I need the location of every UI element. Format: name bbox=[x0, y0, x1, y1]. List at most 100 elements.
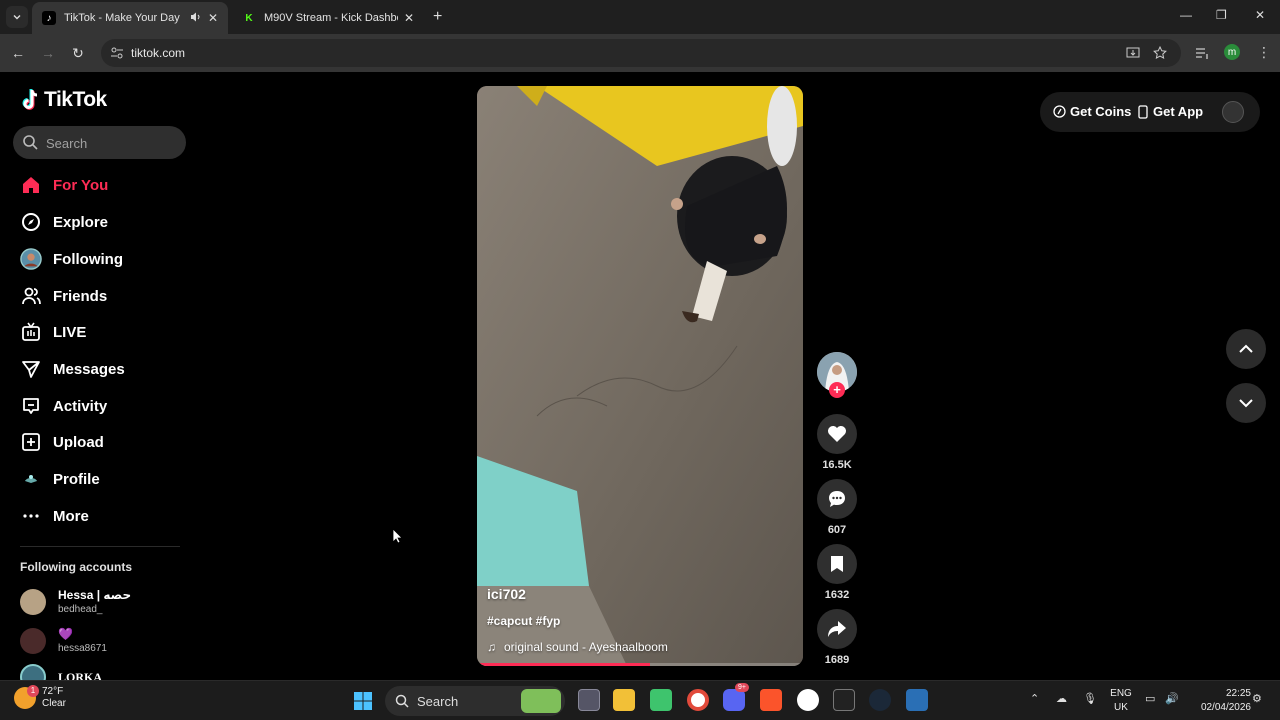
microphone-icon[interactable]: 🎙 bbox=[1083, 692, 1097, 705]
media-queue-icon[interactable] bbox=[1194, 45, 1210, 61]
get-coins-button[interactable]: Get Coins bbox=[1053, 104, 1131, 119]
avatar bbox=[20, 588, 46, 615]
video-progress-fill bbox=[477, 663, 650, 666]
nav-explore[interactable]: Explore bbox=[20, 207, 180, 237]
url-text: tiktok.com bbox=[131, 46, 186, 60]
user-avatar[interactable] bbox=[1222, 101, 1244, 123]
menu-kebab-icon[interactable]: ⋮ bbox=[1257, 44, 1271, 61]
volume-icon[interactable]: 🔊 bbox=[1165, 692, 1179, 705]
nav-label: More bbox=[53, 507, 89, 525]
chrome-icon[interactable] bbox=[687, 689, 709, 711]
video-frame bbox=[477, 86, 803, 666]
app-icon[interactable] bbox=[650, 689, 672, 711]
app-icon[interactable] bbox=[906, 689, 928, 711]
nav-more[interactable]: More bbox=[20, 501, 180, 531]
clock-time: 22:25 bbox=[1225, 688, 1251, 699]
windows-taskbar: 1 72°F Clear Search 9+ ⌃ ☁ 🎙 ENG UK ▭ 🔊 … bbox=[0, 680, 1280, 720]
follow-plus-button[interactable]: + bbox=[829, 382, 845, 398]
like-button[interactable] bbox=[817, 414, 857, 454]
nav-live[interactable]: LIVE bbox=[20, 317, 180, 347]
next-video-button[interactable] bbox=[1226, 383, 1266, 423]
windows-start-icon[interactable] bbox=[353, 691, 373, 711]
nav-upload[interactable]: Upload bbox=[20, 427, 180, 457]
site-settings-icon[interactable] bbox=[109, 45, 125, 61]
search-box[interactable] bbox=[13, 126, 186, 159]
video-progress-bar[interactable] bbox=[477, 663, 803, 666]
search-icon bbox=[395, 694, 409, 708]
video-hashtags[interactable]: #capcut #fyp bbox=[487, 614, 560, 628]
account-name: LORKA bbox=[58, 669, 103, 681]
nav-label: Explore bbox=[53, 213, 109, 231]
nav-for-you[interactable]: For You bbox=[20, 170, 180, 200]
maximize-icon[interactable]: ❐ bbox=[1216, 8, 1227, 22]
back-arrow-icon[interactable]: ← bbox=[9, 44, 27, 62]
comment-button[interactable] bbox=[817, 479, 857, 519]
tiktok-logo[interactable]: TikTok bbox=[20, 88, 107, 112]
chevron-down-icon bbox=[1239, 399, 1253, 408]
tab-search-button[interactable] bbox=[6, 6, 28, 28]
nav-label: Upload bbox=[53, 433, 104, 451]
previous-video-button[interactable] bbox=[1226, 329, 1266, 369]
weather-widget[interactable]: 1 72°F Clear bbox=[14, 685, 66, 710]
notification-bell-icon[interactable]: ⚙ bbox=[1252, 692, 1262, 705]
file-explorer-icon[interactable] bbox=[613, 689, 635, 711]
nav-activity[interactable]: Activity bbox=[20, 391, 180, 421]
get-app-button[interactable]: Get App bbox=[1138, 104, 1203, 119]
system-clock[interactable]: 22:25 02/04/2026 bbox=[1201, 687, 1251, 715]
nav-following[interactable]: Following bbox=[20, 244, 180, 274]
close-window-icon[interactable]: ✕ bbox=[1255, 8, 1265, 22]
install-app-icon[interactable] bbox=[1125, 45, 1141, 61]
obs-icon[interactable] bbox=[797, 689, 819, 711]
minimize-icon[interactable]: — bbox=[1180, 8, 1192, 22]
language-indicator[interactable]: ENG UK bbox=[1108, 687, 1134, 715]
video-sound[interactable]: ♫ original sound - Ayeshaalboom bbox=[487, 640, 668, 654]
following-account[interactable]: 💜 hessa8671 bbox=[20, 627, 107, 654]
save-button[interactable] bbox=[817, 544, 857, 584]
nav-label: Friends bbox=[53, 287, 108, 305]
new-tab-plus-icon[interactable]: + bbox=[433, 8, 442, 26]
share-button[interactable] bbox=[817, 609, 857, 649]
get-app-label: Get App bbox=[1153, 104, 1204, 119]
close-tab-icon[interactable]: ✕ bbox=[208, 11, 218, 25]
upload-icon bbox=[20, 431, 42, 453]
taskbar-search[interactable]: Search bbox=[385, 686, 565, 716]
brave-icon[interactable] bbox=[760, 689, 782, 711]
video-author[interactable]: ici702 bbox=[487, 586, 526, 602]
discord-icon[interactable]: 9+ bbox=[723, 683, 749, 711]
task-view-icon[interactable] bbox=[578, 689, 600, 711]
profile-avatar[interactable]: m bbox=[1224, 44, 1240, 60]
reload-icon[interactable]: ↻ bbox=[69, 44, 87, 62]
discord-badge: 9+ bbox=[735, 683, 749, 692]
following-account[interactable]: LORKA bbox=[20, 664, 102, 680]
chevron-down-icon bbox=[13, 15, 21, 20]
video-player[interactable]: ici702 #capcut #fyp ♫ original sound - A… bbox=[477, 86, 803, 666]
app-icon[interactable] bbox=[833, 689, 855, 711]
account-handle: bedhead_ bbox=[58, 604, 103, 615]
nav-profile[interactable]: Profile bbox=[20, 464, 180, 494]
sidebar-divider bbox=[20, 546, 180, 547]
tab-kick[interactable]: K M90V Stream - Kick Dashboard ✕ bbox=[232, 2, 424, 34]
avatar bbox=[20, 664, 46, 680]
heart-icon bbox=[828, 426, 846, 442]
nav-friends[interactable]: Friends bbox=[20, 281, 180, 311]
search-input[interactable] bbox=[46, 133, 176, 153]
forward-arrow-icon[interactable]: → bbox=[39, 44, 57, 62]
close-tab-icon[interactable]: ✕ bbox=[404, 11, 414, 25]
tab-tiktok[interactable]: ♪ TikTok - Make Your Day ✕ bbox=[32, 2, 228, 34]
steam-icon[interactable] bbox=[869, 689, 891, 711]
address-bar[interactable]: tiktok.com bbox=[101, 39, 1181, 67]
comment-count: 607 bbox=[827, 524, 847, 536]
tray-chevron-up-icon[interactable]: ⌃ bbox=[1030, 692, 1039, 705]
speaker-icon[interactable] bbox=[190, 11, 202, 26]
live-icon bbox=[20, 321, 42, 343]
clock-date: 02/04/2026 bbox=[1200, 702, 1251, 713]
network-icon[interactable]: ▭ bbox=[1145, 692, 1155, 705]
nav-messages[interactable]: Messages bbox=[20, 354, 180, 384]
cloud-icon[interactable]: ☁ bbox=[1056, 692, 1067, 705]
following-account[interactable]: Hessa | حصه bedhead_ bbox=[20, 588, 131, 615]
tab-title: TikTok - Make Your Day bbox=[64, 12, 180, 24]
bookmark-star-icon[interactable] bbox=[1152, 45, 1168, 61]
temperature: 72°F bbox=[42, 686, 64, 697]
profile-avatar-icon bbox=[20, 468, 42, 490]
lang-code: ENG bbox=[1110, 688, 1132, 699]
